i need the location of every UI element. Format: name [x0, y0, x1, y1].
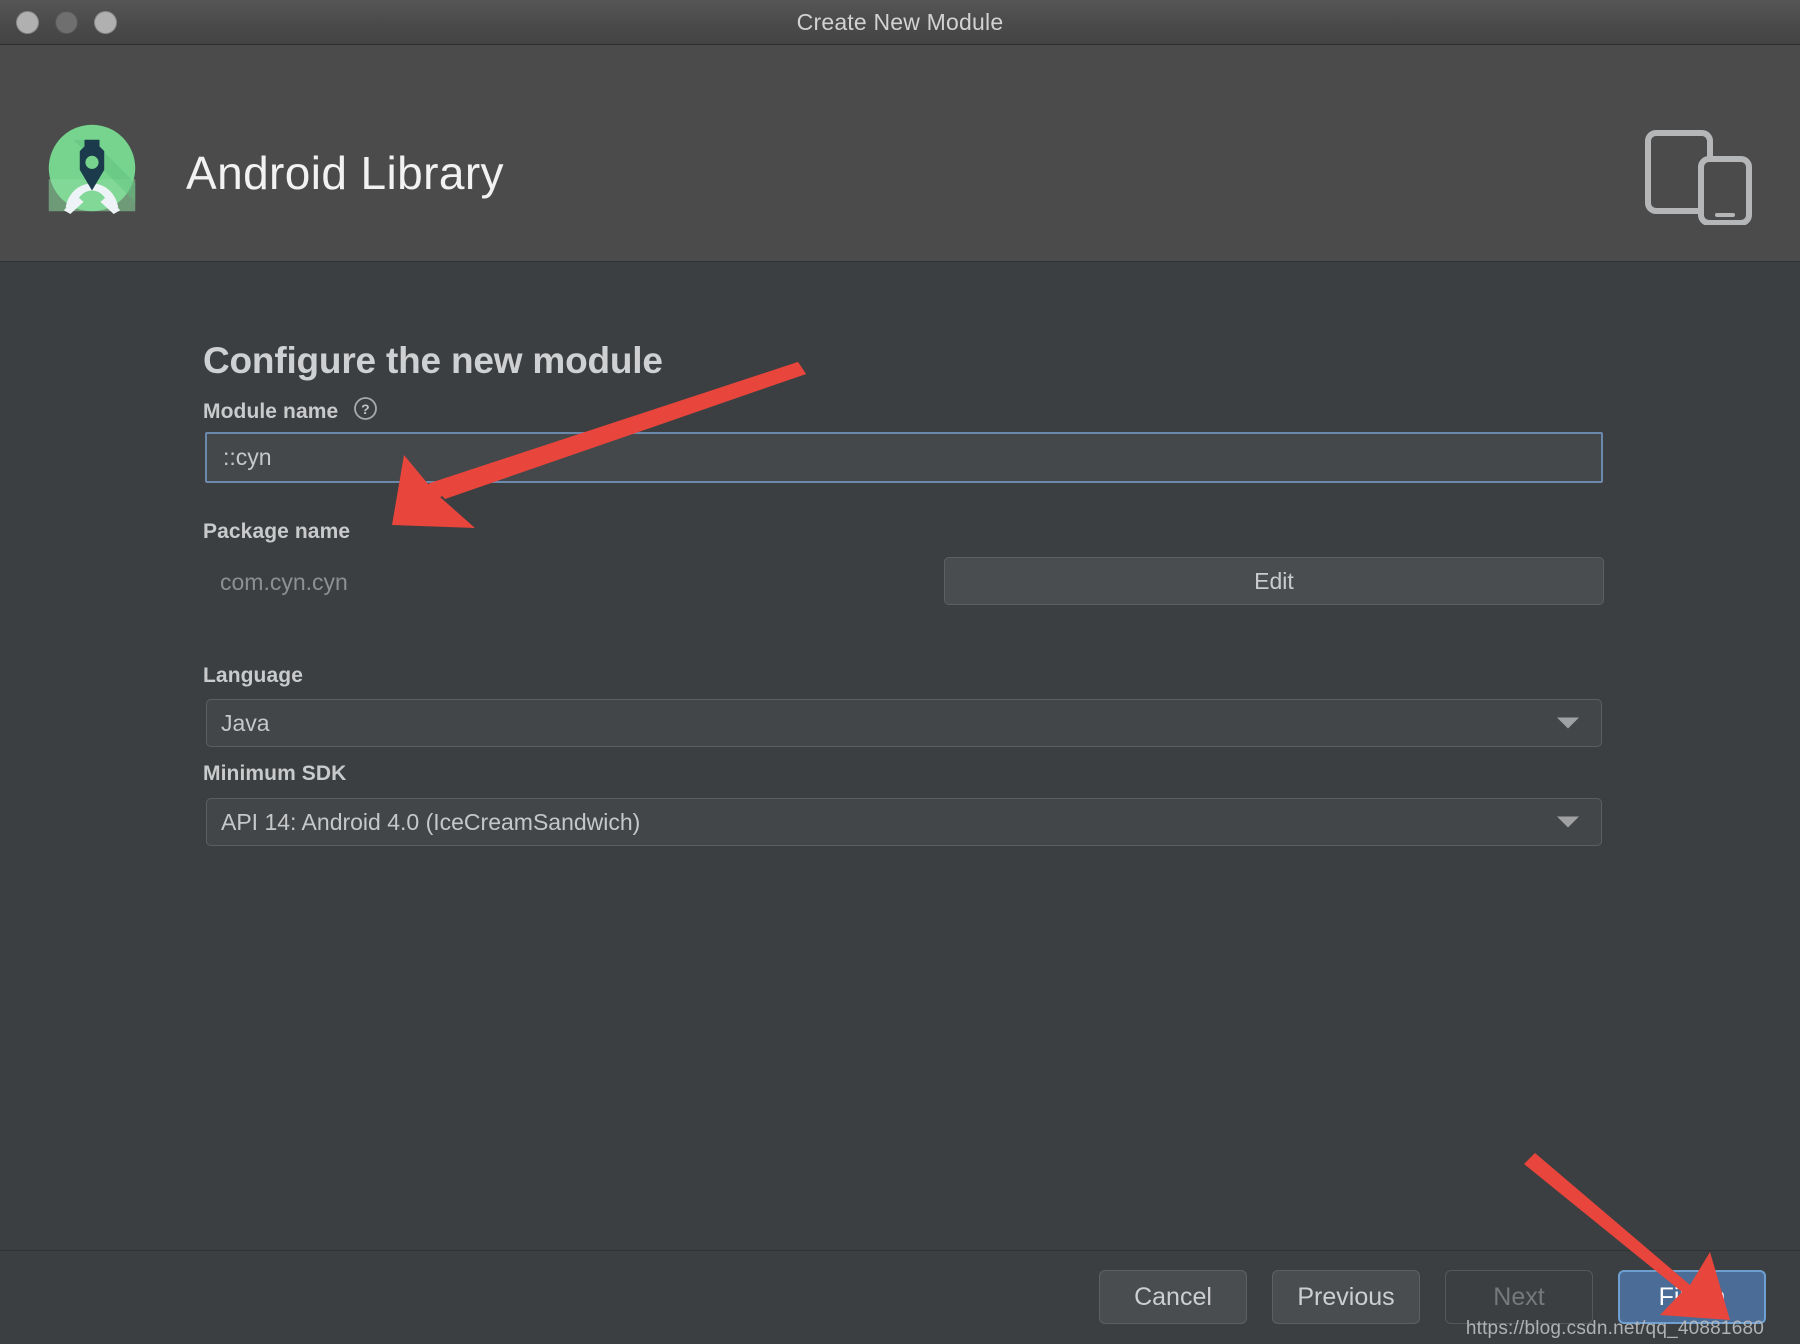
- dialog-header: Android Library: [0, 45, 1800, 262]
- minimize-button[interactable]: [55, 11, 78, 34]
- window-controls: [16, 11, 117, 34]
- finish-button[interactable]: Finish: [1618, 1270, 1766, 1324]
- dialog-button-row: Cancel Previous Next Finish: [1099, 1270, 1766, 1324]
- window-titlebar: Create New Module: [0, 0, 1800, 45]
- zoom-button[interactable]: [94, 11, 117, 34]
- edit-package-name-button[interactable]: Edit: [944, 557, 1604, 605]
- minimum-sdk-select[interactable]: API 14: Android 4.0 (IceCreamSandwich): [206, 798, 1602, 846]
- module-name-value: ::cyn: [223, 444, 272, 471]
- chevron-down-icon: [1557, 718, 1579, 729]
- minimum-sdk-value: API 14: Android 4.0 (IceCreamSandwich): [221, 809, 640, 836]
- language-value: Java: [221, 710, 270, 737]
- cancel-button[interactable]: Cancel: [1099, 1270, 1247, 1324]
- module-name-label: Module name ?: [203, 396, 378, 427]
- tablet-and-phone-icon: [1645, 127, 1753, 225]
- previous-button[interactable]: Previous: [1272, 1270, 1420, 1324]
- create-new-module-dialog: Create New Module Android Library: [0, 0, 1800, 1344]
- section-heading: Configure the new module: [203, 340, 663, 382]
- close-button[interactable]: [16, 11, 39, 34]
- page-title: Android Library: [186, 146, 504, 200]
- language-select[interactable]: Java: [206, 699, 1602, 747]
- dialog-body: Configure the new module Module name ? :…: [0, 262, 1800, 1250]
- help-question-icon[interactable]: ?: [353, 396, 378, 427]
- package-name-label: Package name: [203, 520, 350, 544]
- svg-text:?: ?: [361, 401, 370, 417]
- next-button: Next: [1445, 1270, 1593, 1324]
- module-name-label-text: Module name: [203, 400, 338, 423]
- watermark-text: https://blog.csdn.net/qq_40881680: [1466, 1318, 1764, 1340]
- language-label: Language: [203, 664, 303, 688]
- package-name-value: com.cyn.cyn: [220, 569, 348, 596]
- chevron-down-icon: [1557, 817, 1579, 828]
- minimum-sdk-label: Minimum SDK: [203, 762, 346, 786]
- window-title: Create New Module: [797, 9, 1004, 36]
- android-studio-logo-icon: [45, 118, 139, 218]
- module-name-input[interactable]: ::cyn: [205, 432, 1603, 483]
